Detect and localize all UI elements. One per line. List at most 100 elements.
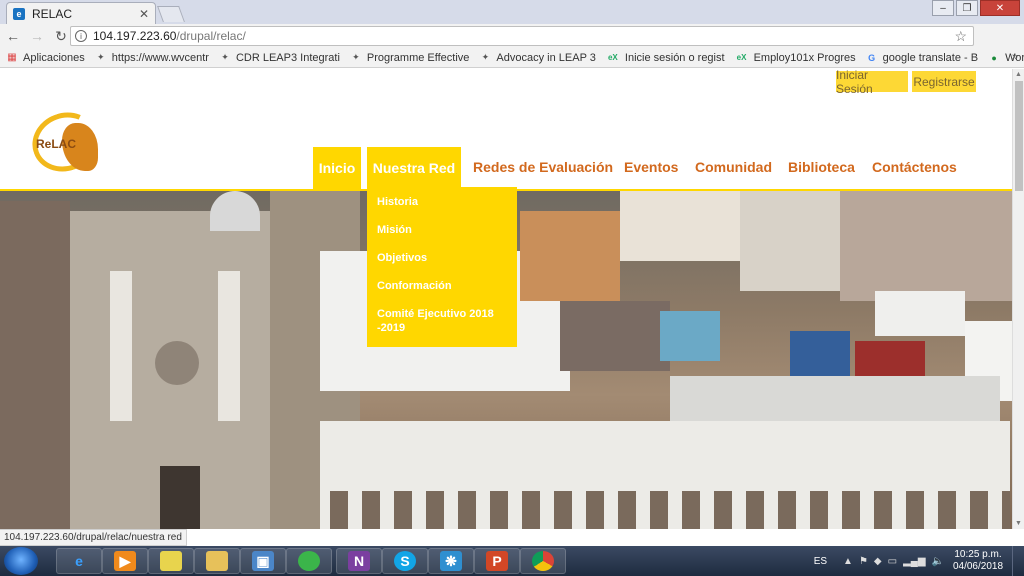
hero-windows <box>330 491 1010 529</box>
scroll-down-icon[interactable]: ▼ <box>1015 520 1022 527</box>
file-explorer-icon[interactable] <box>194 548 240 574</box>
close-window-icon[interactable]: ✕ <box>980 0 1020 16</box>
bookmark-label: Advocacy in LEAP 3 <box>496 51 596 64</box>
nav-item-biblioteca[interactable]: Biblioteca <box>788 147 855 187</box>
address-bar[interactable]: i 104.197.223.60 /drupal/relac/ ☆ <box>70 26 974 46</box>
bookmark-label: Employ101x Progres <box>753 51 856 64</box>
tab-title: RELAC <box>32 6 73 21</box>
nav-item-redes-de-evaluacion[interactable]: Redes de Evaluación <box>473 147 613 187</box>
hero-building <box>560 301 670 371</box>
apps-grid-icon: ▦ <box>7 52 17 63</box>
hero-banner <box>110 271 132 421</box>
remote-desktop-icon[interactable]: ▣ <box>240 548 286 574</box>
register-button[interactable]: Registrarse <box>912 71 976 92</box>
bookmark-label: Inicie sesión o regist <box>624 51 725 64</box>
scrollbar-thumb[interactable] <box>1015 81 1023 191</box>
bookmark-item[interactable]: eX Inicie sesión o regist <box>606 52 725 64</box>
bookmark-label: google translate - B <box>882 51 979 64</box>
url-path: /drupal/relac/ <box>176 29 246 43</box>
chrome-icon[interactable] <box>520 548 566 574</box>
reload-icon[interactable]: ↻ <box>50 25 72 47</box>
hero-rosette <box>155 341 199 385</box>
login-button[interactable]: Iniciar Sesión <box>836 69 908 96</box>
show-hidden-icons-icon[interactable]: ▲ <box>843 556 853 567</box>
more-bookmarks-icon[interactable]: » <box>1012 51 1018 63</box>
nav-item-eventos[interactable]: Eventos <box>624 147 678 187</box>
minimize-icon[interactable]: – <box>932 0 954 16</box>
site-info-icon[interactable]: i <box>75 30 87 42</box>
hero-building <box>840 191 1012 301</box>
clock[interactable]: 10:25 p.m. 04/06/2018 <box>950 549 1006 573</box>
hero-building <box>660 311 720 361</box>
bookmark-star-icon[interactable]: ☆ <box>954 28 967 45</box>
browser-tab[interactable]: e RELAC ✕ <box>6 2 156 24</box>
onenote-icon[interactable]: N <box>336 548 382 574</box>
window-controls: – ❐ ✕ <box>930 0 1020 16</box>
bookmark-item[interactable]: Ggoogle translate - B <box>866 52 978 64</box>
forward-arrow-icon[interactable]: → <box>26 25 48 47</box>
dropdown-item-mision[interactable]: Misión <box>367 223 517 237</box>
hero-banner <box>218 271 240 421</box>
powerpoint-icon[interactable]: P <box>474 548 520 574</box>
bookmark-label: CDR LEAP3 Integrati <box>235 51 340 64</box>
new-tab-button[interactable] <box>157 6 185 22</box>
nav-item-contactenos[interactable]: Contáctenos <box>872 147 957 187</box>
hero-roof <box>670 376 1000 421</box>
bookmark-item[interactable]: ✦ CDR LEAP3 Integrati <box>219 52 340 64</box>
clock-date: 04/06/2018 <box>952 561 1004 572</box>
bookmark-item[interactable]: ✦ Advocacy in LEAP 3 <box>479 51 596 64</box>
sticky-notes-icon[interactable] <box>148 548 194 574</box>
nav-item-inicio[interactable]: Inicio <box>313 147 361 189</box>
bookmark-item[interactable]: ●World Vision Interna <box>988 52 1024 64</box>
dropdown-item-conformacion[interactable]: Conformación <box>367 279 517 293</box>
volume-icon[interactable]: 🔈 <box>932 556 944 567</box>
url-host: 104.197.223.60 <box>93 29 177 43</box>
globe-icon: ● <box>991 52 997 63</box>
page-viewport: Iniciar Sesión Registrarse ReLAC Inicio … <box>0 69 1012 529</box>
internet-explorer-icon[interactable]: e <box>56 548 102 574</box>
language-indicator[interactable]: ES <box>814 556 827 567</box>
hero-building <box>740 191 840 291</box>
page-scrollbar[interactable]: ▲ ▼ <box>1012 69 1024 529</box>
hero-door <box>160 466 200 529</box>
status-url-bubble: 104.197.223.60/drupal/relac/nuestra red <box>0 529 187 546</box>
leap-icon: ✦ <box>221 52 229 62</box>
hero-building <box>855 341 925 381</box>
dropdown-item-comite-ejecutivo[interactable]: Comité Ejecutivo 2018 -2019 <box>367 307 517 335</box>
nuestra-red-dropdown: Historia Misión Objetivos Conformación C… <box>367 187 517 347</box>
bookmark-item[interactable]: eX Employ101x Progres <box>735 52 856 64</box>
browser-toolbar: ← → ↻ i 104.197.223.60 /drupal/relac/ ☆ … <box>0 24 1024 66</box>
tab-close-icon[interactable]: ✕ <box>139 7 149 21</box>
green-sphere-icon[interactable] <box>286 548 332 574</box>
bookmark-item[interactable]: ▦ Aplicaciones <box>6 52 85 64</box>
restore-icon[interactable]: ❐ <box>956 0 978 16</box>
main-navigation: Inicio Nuestra Red Redes de Evaluación E… <box>0 147 1012 189</box>
dropbox-icon[interactable]: ◆ <box>874 556 882 567</box>
action-center-flag-icon[interactable]: ⚑ <box>859 556 868 567</box>
network-icon[interactable]: ❋ <box>428 548 474 574</box>
hero-building <box>875 291 965 336</box>
bookmark-label: https://www.wvcentr <box>111 51 209 64</box>
bookmark-item[interactable]: ✦ https://www.wvcentr <box>95 52 209 64</box>
bookmark-item[interactable]: ✦ Programme Effective <box>350 52 469 64</box>
nav-item-comunidad[interactable]: Comunidad <box>695 147 772 187</box>
hero-building <box>0 201 70 529</box>
hero-building <box>620 191 740 261</box>
scroll-up-icon[interactable]: ▲ <box>1015 71 1022 78</box>
dropdown-item-objetivos[interactable]: Objetivos <box>367 251 517 265</box>
skype-icon[interactable]: S <box>382 548 428 574</box>
nav-item-nuestra-red[interactable]: Nuestra Red <box>367 147 461 189</box>
back-arrow-icon[interactable]: ← <box>2 25 24 47</box>
edx-icon: eX <box>607 53 618 62</box>
signal-icon[interactable]: ▂▄▆ <box>903 556 925 567</box>
clock-time: 10:25 p.m. <box>954 549 1002 560</box>
relac-favicon-icon: e <box>13 7 25 20</box>
start-button-icon[interactable] <box>4 547 38 575</box>
leap-icon: ✦ <box>352 52 360 62</box>
device-icon[interactable]: ▭ <box>888 556 897 567</box>
google-icon: G <box>868 52 876 63</box>
show-desktop-button[interactable] <box>1012 546 1024 576</box>
edx-icon: eX <box>736 53 747 62</box>
media-player-icon[interactable]: ▶ <box>102 548 148 574</box>
dropdown-item-historia[interactable]: Historia <box>367 195 517 209</box>
